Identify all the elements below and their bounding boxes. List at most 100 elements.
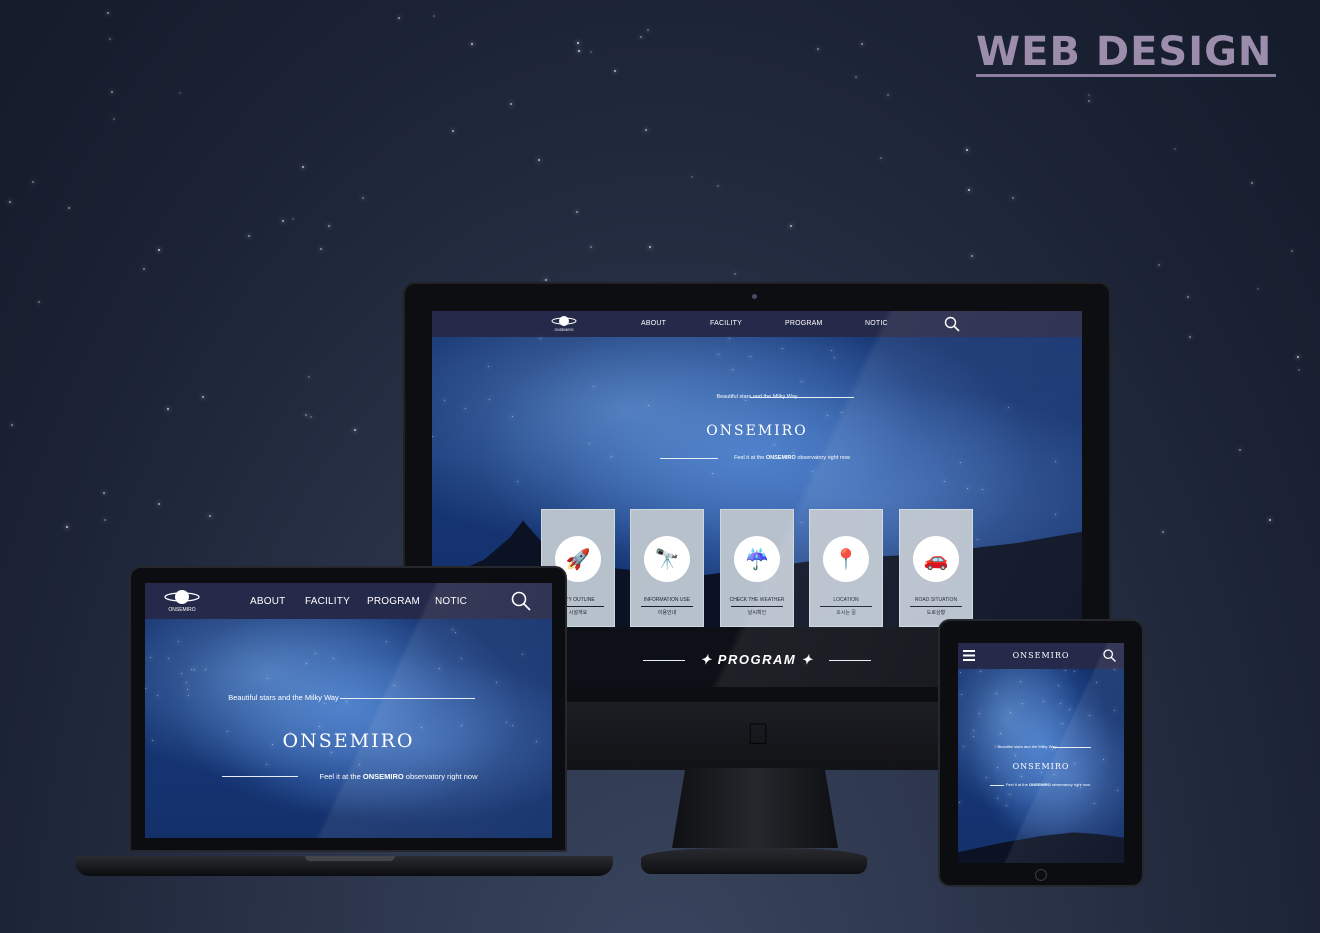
star [109, 38, 111, 40]
star [461, 658, 462, 659]
card-road-situation[interactable]: 🚗 ROAD SITUATION 도로상황 [899, 509, 973, 627]
desktop-navbar: ONSEMIRO ABOUT FACILITY PROGRAM NOTIC [432, 311, 1082, 337]
star [1041, 772, 1042, 773]
card-check-weather[interactable]: ☔ CHECK THE WEATHER 날씨확인 [720, 509, 794, 627]
star [593, 386, 594, 387]
star [997, 767, 998, 768]
star [1000, 733, 1001, 734]
star [576, 211, 578, 213]
star [331, 698, 332, 699]
star [444, 400, 445, 401]
star [855, 76, 857, 78]
star [1058, 685, 1059, 686]
desktop-logo[interactable]: ONSEMIRO [550, 314, 578, 332]
imac-stand [672, 768, 838, 848]
card-location[interactable]: 📍 LOCATION 오시는 길 [809, 509, 883, 627]
star [782, 348, 783, 349]
star [488, 366, 489, 367]
star [104, 519, 106, 521]
card-information-use[interactable]: 🔭 INFORMATION USE 이용안내 [630, 509, 704, 627]
star [248, 235, 250, 237]
star [648, 405, 649, 406]
telescope-icon: 🔭 [644, 536, 690, 582]
star [331, 752, 332, 753]
star [328, 225, 330, 227]
star [812, 471, 813, 472]
star [1010, 712, 1011, 713]
title-underline [976, 74, 1276, 77]
star [111, 91, 113, 93]
star [433, 15, 435, 17]
star [66, 526, 68, 528]
star [32, 181, 34, 183]
star [540, 338, 541, 339]
star [465, 408, 466, 409]
search-icon[interactable] [1103, 649, 1116, 662]
star [1174, 148, 1176, 150]
star [1060, 703, 1061, 704]
nav-notic[interactable]: NOTIC [435, 596, 467, 607]
kicker-line [340, 698, 475, 699]
star [774, 444, 775, 445]
star [38, 301, 40, 303]
star [1020, 681, 1021, 682]
star [536, 741, 537, 742]
star [439, 668, 440, 669]
star [187, 689, 188, 690]
star [194, 669, 195, 670]
hero-tagline: Feel it at the ONSEMIRO observatory righ… [1005, 782, 1091, 787]
star [960, 672, 961, 673]
star [471, 43, 473, 45]
tablet-logo-text[interactable]: ONSEMIRO [958, 651, 1124, 660]
nav-facility[interactable]: FACILITY [710, 320, 742, 327]
laptop-navbar: ONSEMIRO ABOUT FACILITY PROGRAM NOTIC [145, 583, 552, 619]
star [1189, 336, 1191, 338]
star [1158, 264, 1160, 266]
star [167, 408, 169, 410]
star [961, 694, 962, 695]
star [202, 396, 204, 398]
star [272, 744, 273, 745]
star [578, 50, 580, 52]
camera-icon [752, 294, 757, 299]
star [968, 189, 970, 191]
star [292, 218, 294, 220]
star [944, 481, 945, 482]
star [346, 701, 347, 702]
star [645, 129, 647, 131]
star [734, 273, 736, 275]
search-icon[interactable] [511, 591, 531, 611]
star [1062, 723, 1063, 724]
star [188, 695, 189, 696]
star [227, 731, 228, 732]
nav-about[interactable]: ABOUT [641, 320, 666, 327]
laptop-logo[interactable]: ONSEMIRO [163, 587, 201, 613]
star [310, 416, 312, 418]
star [510, 103, 512, 105]
star [186, 682, 187, 683]
hero-banner: Beautiful stars and the Milky Way ONSEMI… [145, 619, 552, 838]
nav-program[interactable]: PROGRAM [367, 596, 420, 607]
star [267, 678, 268, 679]
laptop-notch [305, 856, 395, 861]
star [158, 503, 160, 505]
star [790, 225, 792, 227]
star [266, 764, 267, 765]
search-icon[interactable] [944, 316, 960, 332]
star [640, 36, 642, 38]
nav-program[interactable]: PROGRAM [785, 320, 823, 327]
nav-notic[interactable]: NOTIC [865, 320, 888, 327]
star [306, 663, 307, 664]
star [1015, 755, 1016, 756]
nav-about[interactable]: ABOUT [250, 596, 285, 607]
star [986, 777, 987, 778]
star [1239, 449, 1241, 451]
star [801, 381, 802, 382]
star [9, 201, 11, 203]
hero-title: ONSEMIRO [706, 423, 808, 439]
star [107, 12, 109, 14]
star [649, 246, 651, 248]
nav-facility[interactable]: FACILITY [305, 596, 350, 607]
hero-title: ONSEMIRO [282, 730, 415, 752]
star [324, 703, 325, 704]
